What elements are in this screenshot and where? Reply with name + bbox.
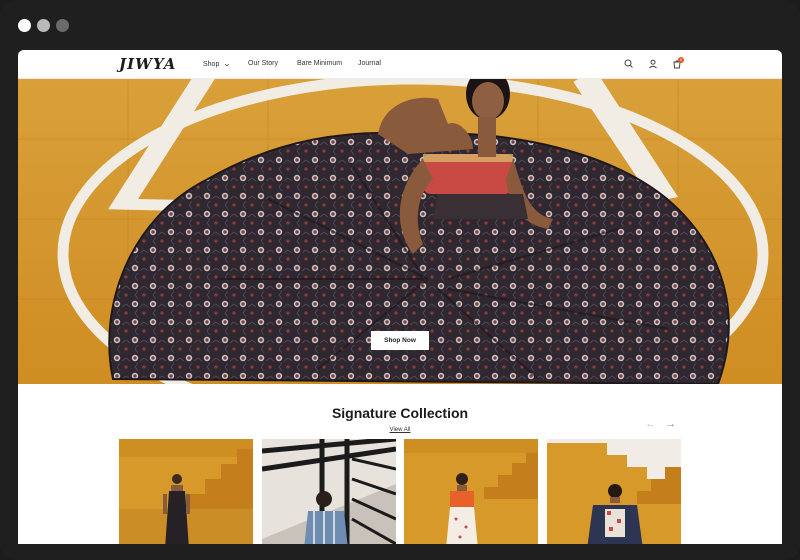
nav-item-shop-label: Shop <box>203 61 220 68</box>
nav-item-our-story[interactable]: Our Story <box>248 60 278 67</box>
window-close-button[interactable] <box>18 19 31 32</box>
site-header: JIWYA Shop ⌄ Our Story Bare Minimum Journ… <box>18 50 782 79</box>
product-card[interactable] <box>119 439 253 544</box>
product-image <box>404 439 538 544</box>
page-viewport: JIWYA Shop ⌄ Our Story Bare Minimum Journ… <box>18 50 782 544</box>
browser-frame: JIWYA Shop ⌄ Our Story Bare Minimum Journ… <box>0 0 800 560</box>
nav-item-shop[interactable]: Shop ⌄ <box>203 60 232 68</box>
product-card[interactable] <box>404 439 538 544</box>
nav-item-journal[interactable]: Journal <box>358 60 381 67</box>
cart-count-badge: 0 <box>678 57 684 63</box>
site-logo[interactable]: JIWYA <box>119 55 176 73</box>
product-image <box>547 439 681 544</box>
user-icon[interactable] <box>647 58 659 70</box>
shop-now-button[interactable]: Shop Now <box>371 331 429 350</box>
product-image <box>119 439 253 544</box>
window-minimize-button[interactable] <box>37 19 50 32</box>
product-image <box>262 439 396 544</box>
window-maximize-button[interactable] <box>56 19 69 32</box>
product-card[interactable] <box>547 439 681 544</box>
hero-banner: Shop Now <box>18 79 782 384</box>
search-icon[interactable] <box>623 58 635 70</box>
carousel-prev-arrow-icon[interactable]: ← <box>645 418 656 430</box>
product-card[interactable] <box>262 439 396 544</box>
nav-item-bare-minimum[interactable]: Bare Minimum <box>297 60 342 67</box>
carousel-next-arrow-icon[interactable]: → <box>665 418 676 430</box>
chevron-down-icon: ⌄ <box>223 61 232 68</box>
